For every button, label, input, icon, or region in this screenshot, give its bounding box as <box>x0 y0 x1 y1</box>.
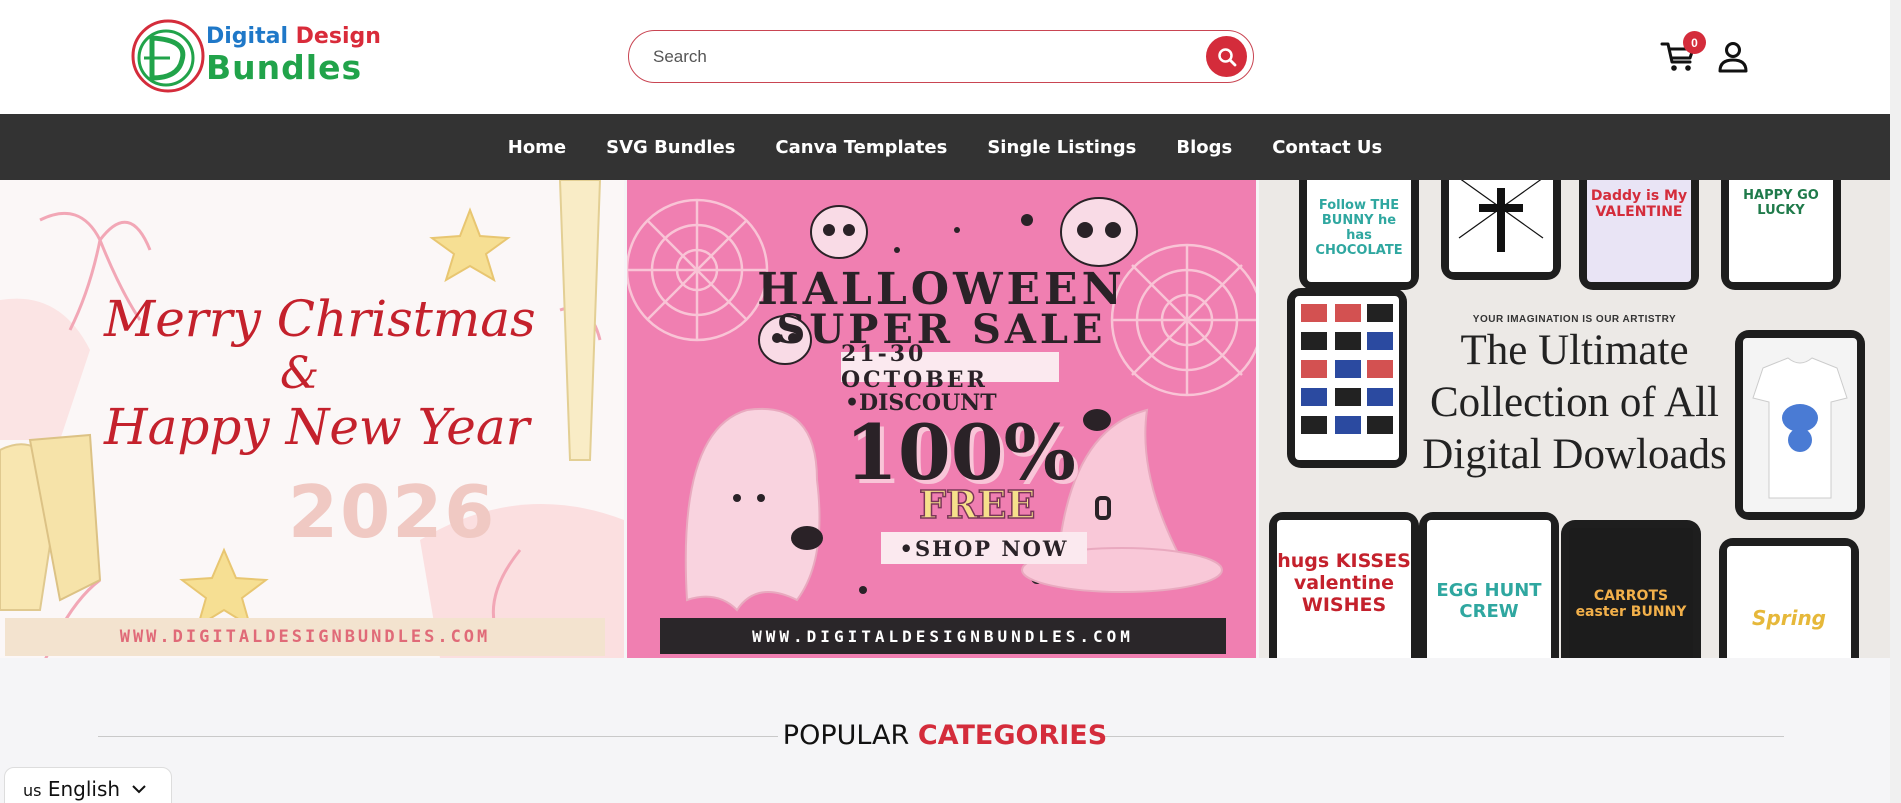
halloween-shop-now[interactable]: •SHOP NOW <box>881 532 1087 564</box>
search-box <box>628 30 1254 83</box>
nav-contact-us[interactable]: Contact Us <box>1272 137 1382 158</box>
language-code: us <box>23 781 42 800</box>
tablet-valentine: Daddy is My VALENTINE <box>1579 180 1699 290</box>
collection-line1: The Ultimate <box>1460 327 1689 374</box>
christmas-url: WWW.DIGITALDESIGNBUNDLES.COM <box>5 618 605 656</box>
collection-line2: Collection of All <box>1429 379 1720 426</box>
account-icon[interactable] <box>1717 40 1749 74</box>
nav-svg-bundles[interactable]: SVG Bundles <box>606 137 735 158</box>
tablet-carrots: CARROTS easter BUNNY <box>1561 520 1701 658</box>
search-button[interactable] <box>1206 36 1247 77</box>
nav-home[interactable]: Home <box>508 137 566 158</box>
xmas-line1: Merry Christmas <box>104 290 536 348</box>
language-label: us English <box>23 777 120 801</box>
site-logo[interactable]: Digital Design Bundles <box>130 16 381 96</box>
search-icon <box>1217 47 1236 66</box>
logo-line1: Digital Design <box>206 24 381 49</box>
nav-canva-templates[interactable]: Canva Templates <box>775 137 947 158</box>
xmas-ampersand: & <box>280 348 320 399</box>
halloween-free: FREE <box>918 481 1036 528</box>
halloween-url: WWW.DIGITALDESIGNBUNDLES.COM <box>660 618 1226 654</box>
site-header: Digital Design Bundles 0 <box>0 0 1890 114</box>
collection-kicker: YOUR IMAGINATION IS OUR ARTISTRY <box>1472 314 1677 325</box>
logo-mark-icon <box>131 19 205 93</box>
tablet-cross <box>1441 180 1561 280</box>
search-input[interactable] <box>653 43 1173 71</box>
collection-banner[interactable]: Follow THE BUNNY he has CHOCOLATE Daddy … <box>1259 180 1890 658</box>
xmas-year: 2026 <box>288 470 497 554</box>
halloween-banner[interactable]: HALLOWEEN SUPER SALE 21-30 OCTOBER •DISC… <box>627 180 1256 658</box>
cart-count-badge: 0 <box>1683 31 1706 54</box>
main-nav: Home SVG Bundles Canva Templates Single … <box>0 114 1890 180</box>
logo-word-digital: Digital <box>206 24 288 49</box>
nav-single-listings[interactable]: Single Listings <box>987 137 1136 158</box>
logo-line2: Bundles <box>206 48 363 87</box>
tablet-lucky: HAPPY GO LUCKY <box>1721 180 1841 290</box>
page: Digital Design Bundles 0 <box>0 0 1901 803</box>
tablet-egg: EGG HUNT CREW <box>1419 512 1559 658</box>
chevron-down-icon <box>132 785 146 794</box>
popular-categories-heading: POPULAR CATEGORIES <box>0 720 1890 751</box>
xmas-line2: Happy New Year <box>104 398 530 456</box>
tablet-kisses: hugs KISSES valentine WISHES <box>1269 512 1419 658</box>
cross-icon <box>1458 180 1544 252</box>
collection-line3: Digital Dowloads <box>1422 431 1727 478</box>
logo-word-design: Design <box>295 24 381 49</box>
hero-banners: Merry Christmas & Happy New Year 2026 WW… <box>0 180 1890 658</box>
halloween-dates: 21-30 OCTOBER <box>841 341 1059 393</box>
tablet-bunny: Follow THE BUNNY he has CHOCOLATE <box>1299 180 1419 290</box>
language-selector[interactable]: us English <box>4 767 172 803</box>
page-scrollbar[interactable] <box>1890 0 1901 803</box>
language-name: English <box>47 777 121 801</box>
heading-plain: POPULAR <box>782 720 910 751</box>
christmas-banner[interactable]: Merry Christmas & Happy New Year 2026 WW… <box>0 180 624 658</box>
nav-blogs[interactable]: Blogs <box>1176 137 1232 158</box>
tablet-spring: Spring <box>1719 538 1859 658</box>
heading-highlight: CATEGORIES <box>917 720 1108 751</box>
